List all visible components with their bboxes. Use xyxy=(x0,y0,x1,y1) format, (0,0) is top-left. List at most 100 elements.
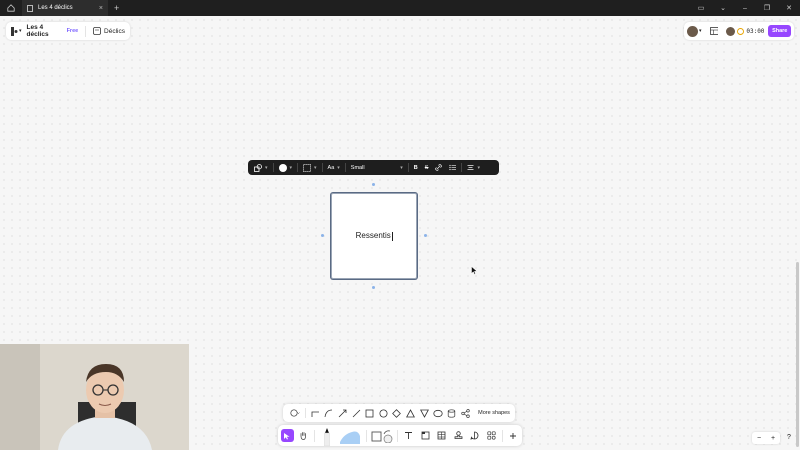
connector-handle-left[interactable] xyxy=(321,234,324,237)
divider xyxy=(397,429,399,442)
fill-color-swatch xyxy=(278,163,287,172)
font-dropdown[interactable]: Aa ▾ xyxy=(328,165,340,171)
text-caret xyxy=(391,231,393,241)
divider xyxy=(366,429,368,442)
tab-les-4-declics[interactable]: Les 4 déclics × xyxy=(22,0,108,16)
comment-tool-button[interactable] xyxy=(469,429,482,442)
tab-title: Les 4 déclics xyxy=(38,5,73,11)
new-tab-button[interactable]: + xyxy=(114,3,119,13)
shape-style-dropdown[interactable] xyxy=(288,408,301,418)
layout-panel-icon[interactable] xyxy=(709,27,719,35)
text-format-group: B S xyxy=(414,164,457,171)
ellipse-icon[interactable] xyxy=(433,408,443,418)
select-tool-button[interactable] xyxy=(281,429,294,442)
border-style-dropdown[interactable]: ▾ xyxy=(303,163,317,172)
connector-handle-bottom[interactable] xyxy=(372,286,375,289)
window-controls: ▭ ⌄ – ❐ ✕ xyxy=(690,0,800,16)
square-icon[interactable] xyxy=(365,408,375,418)
mouse-cursor-icon xyxy=(471,266,478,275)
stamp-tool-button[interactable] xyxy=(452,429,465,442)
more-tools-button[interactable] xyxy=(507,429,520,442)
arrow-icon[interactable] xyxy=(338,408,348,418)
bold-button[interactable]: B xyxy=(414,165,418,171)
maximize-button[interactable]: ❐ xyxy=(756,4,778,12)
circle-outline-icon xyxy=(290,409,300,417)
session-timer[interactable]: 03:00 xyxy=(726,26,764,36)
database-icon[interactable] xyxy=(447,408,457,418)
link-icon[interactable] xyxy=(435,164,443,171)
divider xyxy=(344,163,346,172)
context-toolbar: ▾ ▾ ▾ Aa ▾ Small ▾ B S ▾ xyxy=(248,160,499,175)
widgets-icon xyxy=(487,431,496,440)
chevron-down-icon: ▾ xyxy=(699,28,702,34)
table-tool-button[interactable] xyxy=(435,429,448,442)
window-titlebar: Les 4 déclics × + ▭ ⌄ – ❐ ✕ xyxy=(0,0,800,16)
font-label: Aa xyxy=(327,164,335,171)
file-menu-pill: ▾ Les 4 déclics Free Déclics xyxy=(6,22,130,40)
divider xyxy=(85,25,87,37)
elbow-connector-icon[interactable] xyxy=(310,408,320,418)
timer-icon xyxy=(737,27,745,35)
strikethrough-button[interactable]: S xyxy=(425,165,429,171)
curved-connector-icon[interactable] xyxy=(324,408,334,418)
chevron-down-icon: ▾ xyxy=(265,164,268,171)
stamp-icon xyxy=(454,431,463,439)
file-name[interactable]: Les 4 déclics xyxy=(27,24,62,38)
close-window-button[interactable]: ✕ xyxy=(778,4,800,12)
more-shapes-button[interactable]: More shapes xyxy=(478,410,510,416)
minimize-button[interactable]: – xyxy=(734,5,756,12)
shape-text[interactable]: Ressentis xyxy=(356,231,393,241)
home-button[interactable] xyxy=(0,0,22,16)
connector-handle-right[interactable] xyxy=(424,234,427,237)
share-button[interactable]: Share xyxy=(768,25,791,37)
triangle-icon[interactable] xyxy=(406,408,416,418)
divider xyxy=(314,429,316,442)
shapes-icon xyxy=(371,429,393,443)
chevron-down-icon[interactable]: ⌄ xyxy=(712,4,734,12)
connector-handle-top[interactable] xyxy=(372,183,375,186)
divider xyxy=(297,163,299,172)
chevron-down-icon: ▾ xyxy=(289,164,293,171)
section-tool-button[interactable] xyxy=(419,429,432,442)
font-size-dropdown[interactable]: Small ▾ xyxy=(351,165,403,171)
user-menu[interactable]: ▾ xyxy=(687,25,702,37)
window-layout-icon[interactable]: ▭ xyxy=(690,4,712,12)
vertical-scrollbar[interactable] xyxy=(796,262,799,447)
chevron-down-icon: ▾ xyxy=(314,164,317,171)
zoom-out-button[interactable]: − xyxy=(757,435,761,442)
chevron-down-icon: ▾ xyxy=(337,164,340,171)
circle-icon[interactable] xyxy=(378,408,388,418)
cursor-arrow-icon xyxy=(284,432,290,439)
text-align-dropdown[interactable]: ▾ xyxy=(467,164,480,171)
page-selector[interactable]: Déclics xyxy=(93,27,125,35)
shape-tool-button[interactable] xyxy=(371,429,393,443)
highlighter-icon xyxy=(340,431,361,444)
header-right-pill: ▾ 03:00 Share xyxy=(684,22,794,40)
main-menu-button[interactable]: ▾ xyxy=(11,26,22,36)
share-nodes-icon[interactable] xyxy=(461,408,471,418)
text-tool-button[interactable] xyxy=(402,429,415,442)
font-size-value: Small xyxy=(350,164,365,171)
tab-close-icon[interactable]: × xyxy=(99,5,103,12)
marker-tool-button[interactable] xyxy=(319,426,334,446)
text-icon xyxy=(405,432,413,439)
page-name: Déclics xyxy=(104,27,125,35)
shape-type-dropdown[interactable]: ▾ xyxy=(254,163,268,172)
divider xyxy=(461,163,463,172)
diamond-icon[interactable] xyxy=(392,408,402,418)
page-icon xyxy=(93,27,101,35)
plan-badge[interactable]: Free xyxy=(67,28,79,34)
fill-color-dropdown[interactable]: ▾ xyxy=(278,163,293,172)
widgets-tool-button[interactable] xyxy=(485,429,498,442)
chevron-down-icon: ▾ xyxy=(400,164,403,171)
square-shape[interactable]: Ressentis xyxy=(331,193,417,279)
bullet-list-icon[interactable] xyxy=(449,164,457,171)
hand-tool-button[interactable] xyxy=(298,429,311,442)
border-style-icon xyxy=(303,163,311,172)
triangle-down-icon[interactable] xyxy=(419,408,429,418)
highlighter-tool-button[interactable] xyxy=(338,427,362,445)
plus-icon xyxy=(509,432,516,439)
line-icon[interactable] xyxy=(351,408,361,418)
help-button[interactable]: ? xyxy=(783,432,795,444)
zoom-in-button[interactable]: + xyxy=(771,435,775,442)
